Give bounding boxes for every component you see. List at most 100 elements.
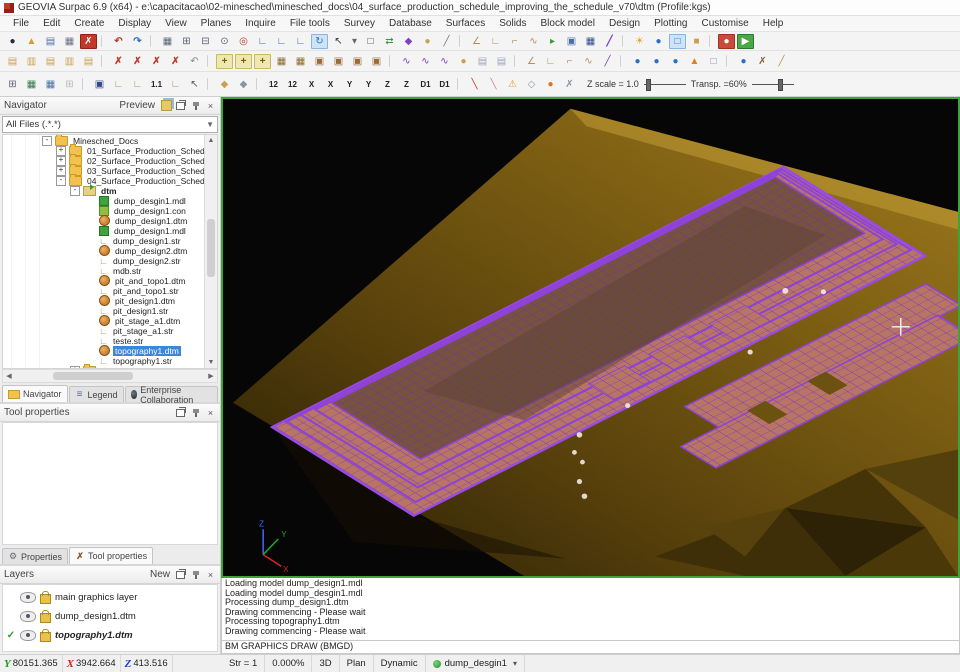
triangulate-icon[interactable]: ▲ (686, 54, 703, 69)
clean-string-icon[interactable]: ▣ (330, 54, 347, 69)
render-sphere-icon[interactable]: ● (650, 34, 667, 49)
menu-item[interactable]: Inquire (238, 17, 283, 30)
scroll-thumb[interactable] (207, 218, 215, 277)
menu-item[interactable]: Customise (694, 17, 755, 30)
point-attribute-icon[interactable]: ● (667, 54, 684, 69)
screen-capture-icon[interactable]: ▣ (91, 77, 108, 92)
shaded-sphere-icon[interactable]: ● (542, 77, 559, 92)
digitise-point-icon[interactable]: ∠ (468, 34, 485, 49)
join-strings-icon[interactable]: ▣ (368, 54, 385, 69)
tree-item[interactable]: topography1.str (3, 356, 204, 366)
hide-z-icon[interactable]: Z (398, 77, 415, 92)
transparency-slider[interactable] (751, 78, 794, 91)
line-mode-icon[interactable]: ╱ (438, 34, 455, 49)
rotate-data-icon[interactable]: ◆ (400, 34, 417, 49)
menu-item[interactable]: Plotting (647, 17, 694, 30)
new-window-icon[interactable]: ▣ (563, 34, 580, 49)
segment-properties-icon[interactable]: ▦ (292, 54, 309, 69)
angle-tool-icon[interactable]: ⌐ (561, 54, 578, 69)
zoom-out-icon[interactable]: ⊟ (197, 34, 214, 49)
delete-string-icon[interactable]: ✗ (148, 54, 165, 69)
layer-lock-icon[interactable] (40, 610, 51, 623)
close-layout-icon[interactable]: ✗ (80, 33, 97, 49)
tree-expander[interactable]: - (42, 135, 52, 146)
zoom-in-icon[interactable]: ⊞ (178, 34, 195, 49)
mode-3d-toggle[interactable]: 3D (312, 655, 340, 672)
tree-expander[interactable]: + (70, 365, 80, 368)
menu-item[interactable]: Display (111, 17, 158, 30)
grid-off-icon[interactable]: ⊞ (61, 77, 78, 92)
file-filter-select[interactable]: All Files (.*.*) ▼ (2, 116, 218, 133)
prev-section-icon[interactable]: ∟ (167, 77, 184, 92)
tree-expander[interactable]: - (70, 185, 80, 196)
warning-grade-icon[interactable]: ⚠ (504, 77, 521, 92)
copy-string-icon[interactable]: ▤ (4, 54, 21, 69)
centre-view-icon[interactable]: ◎ (235, 34, 252, 49)
tree-item[interactable]: + 01_Surface_Production_Schedule_Initial… (3, 143, 204, 156)
edit-note-icon[interactable]: ╱ (599, 54, 616, 69)
panel-tab[interactable]: Properties (2, 548, 69, 564)
zoom-window-icon[interactable]: ⊙ (216, 34, 233, 49)
distance-tool-icon[interactable]: ∟ (542, 54, 559, 69)
layer-row[interactable]: main graphics layer (3, 588, 217, 607)
rotate-view-icon[interactable]: ↻ (311, 33, 328, 49)
save-file-icon[interactable]: ▤ (42, 34, 59, 49)
define-section-icon[interactable]: ∟ (110, 77, 127, 92)
edit-properties-icon[interactable]: ╱ (601, 34, 618, 49)
tree-item[interactable]: pit_and_topo1.str (3, 286, 204, 296)
string-report-icon[interactable]: ▤ (493, 54, 510, 69)
menu-item[interactable]: View (158, 17, 194, 30)
scroll-right-icon[interactable]: ▶ (205, 370, 217, 382)
boundary-box-icon[interactable]: □ (705, 54, 722, 69)
new-layer-button[interactable]: New (150, 569, 170, 580)
spline-segment-icon[interactable]: ∿ (417, 54, 434, 69)
redo-icon[interactable]: ↷ (129, 34, 146, 49)
menu-item[interactable]: Database (382, 17, 439, 30)
snap-point-icon[interactable]: ● (735, 54, 752, 69)
tree-item[interactable]: dump_design1.str (3, 236, 204, 246)
close-panel-icon[interactable]: × (205, 569, 216, 580)
tree-vertical-scrollbar[interactable]: ▲ ▼ (204, 134, 217, 368)
layer-visibility-icon[interactable] (20, 592, 36, 603)
menu-item[interactable]: Design (602, 17, 647, 30)
tree-item[interactable]: pit_stage_a1.dtm (3, 315, 204, 327)
append-point-icon[interactable]: + (254, 53, 271, 69)
clip-string-icon[interactable]: ▣ (349, 54, 366, 69)
measure-tool-icon[interactable]: ╱ (773, 54, 790, 69)
grid-3d-icon[interactable]: ▦ (42, 77, 59, 92)
float-panel-icon[interactable] (176, 406, 186, 417)
slider-thumb[interactable] (645, 79, 651, 91)
point-coordinate-icon[interactable]: ● (648, 54, 665, 69)
pin-panel-icon[interactable] (193, 101, 199, 110)
insert-segment-icon[interactable]: + (235, 53, 252, 69)
delete-segment-icon[interactable]: ✗ (129, 54, 146, 69)
show-x-icon[interactable]: X (303, 77, 320, 92)
move-segment-icon[interactable]: ▥ (61, 54, 78, 69)
expand-view-icon[interactable]: ◆ (216, 77, 233, 92)
delete-range-icon[interactable]: ✗ (167, 54, 184, 69)
tree-item[interactable]: dump_design1.con (3, 205, 204, 216)
play-macro-icon[interactable]: ▶ (737, 33, 754, 49)
slider-thumb[interactable] (777, 79, 783, 91)
look-down-icon[interactable]: ∟ (292, 34, 309, 49)
insert-point-icon[interactable]: + (216, 53, 233, 69)
smooth-segment-icon[interactable]: ∿ (398, 54, 415, 69)
tree-item[interactable]: dump_desgin1.mdl (3, 195, 204, 206)
menu-item[interactable]: File (6, 17, 36, 30)
next-section-icon[interactable]: ∟ (129, 77, 146, 92)
tree-item[interactable]: - 04_Surface_Production_Schedule_Improv (3, 173, 204, 186)
undo-icon[interactable]: ↶ (110, 34, 127, 49)
offset-tool-icon[interactable]: ∿ (580, 54, 597, 69)
scroll-left-icon[interactable]: ◀ (3, 370, 15, 382)
plan-view-toggle[interactable]: Plan (340, 655, 374, 672)
layer-visibility-icon[interactable] (20, 611, 36, 622)
tree-item[interactable]: + mdl (3, 363, 204, 368)
pin-panel-icon[interactable] (193, 408, 199, 417)
filter-segment-icon[interactable]: ∿ (436, 54, 453, 69)
hide-x-icon[interactable]: X (322, 77, 339, 92)
digitise-line-icon[interactable]: ∟ (487, 34, 504, 49)
tree-item[interactable]: - dtm (3, 183, 204, 196)
select-pointer-icon[interactable]: ↖ (330, 34, 347, 49)
copy-segment-icon[interactable]: ▤ (42, 54, 59, 69)
hide-y-icon[interactable]: Y (360, 77, 377, 92)
